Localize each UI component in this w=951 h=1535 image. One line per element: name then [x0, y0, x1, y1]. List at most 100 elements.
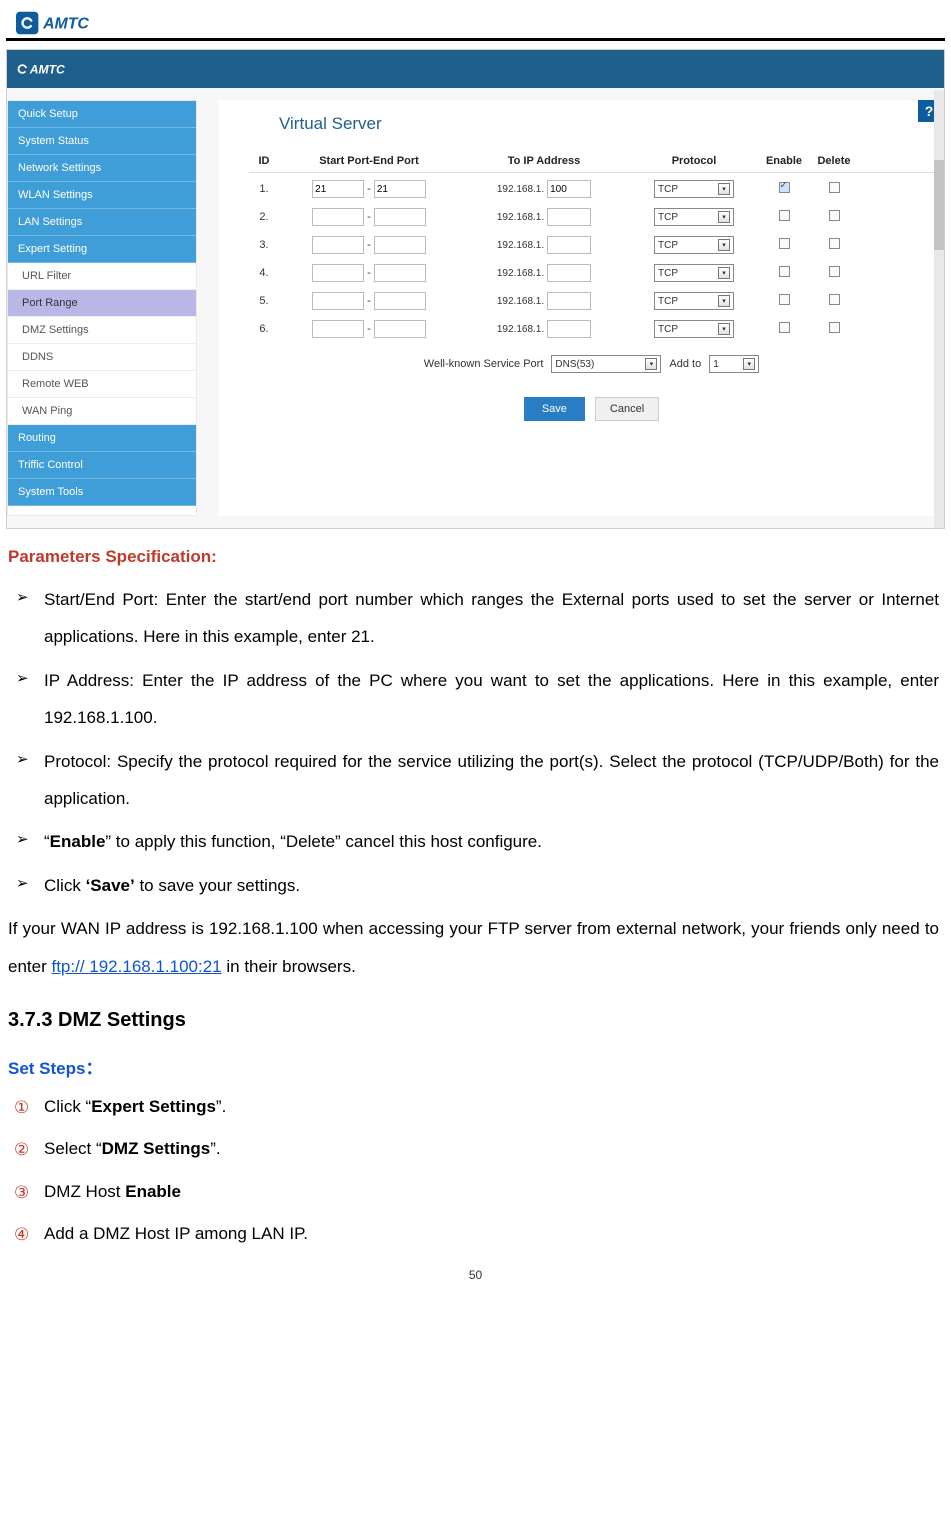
chevron-down-icon: ▾	[718, 323, 730, 335]
sidebar-item[interactable]: System Tools	[8, 479, 196, 506]
protocol-select[interactable]: TCP▾	[654, 180, 734, 198]
spec-bullet: Start/End Port: Enter the start/end port…	[10, 581, 939, 656]
sidebar-subitem[interactable]: WAN Ping	[8, 398, 196, 425]
ip-prefix: 192.168.1.	[497, 212, 544, 223]
delete-checkbox[interactable]	[829, 266, 840, 277]
ip-suffix-input[interactable]	[547, 264, 591, 282]
spec-bullet: Protocol: Specify the protocol required …	[10, 743, 939, 818]
end-port-input[interactable]	[374, 180, 426, 198]
sidebar-item[interactable]: System Status	[8, 128, 196, 155]
row-id: 1.	[249, 183, 279, 195]
end-port-input[interactable]	[374, 292, 426, 310]
ip-prefix: 192.168.1.	[497, 184, 544, 195]
end-port-input[interactable]	[374, 208, 426, 226]
end-port-input[interactable]	[374, 236, 426, 254]
set-steps-heading: Set Steps：	[8, 1054, 945, 1079]
delete-checkbox[interactable]	[829, 238, 840, 249]
ip-suffix-input[interactable]	[547, 180, 591, 198]
sidebar-item[interactable]: Network Settings	[8, 155, 196, 182]
sidebar-item[interactable]: Triffic Control	[8, 452, 196, 479]
wellknown-label: Well-known Service Port	[424, 358, 544, 370]
wellknown-service-select[interactable]: DNS(53) ▾	[551, 355, 661, 373]
enable-checkbox[interactable]	[779, 182, 790, 193]
row-id: 3.	[249, 239, 279, 251]
start-port-input[interactable]	[312, 208, 364, 226]
ftp-url-link[interactable]: ftp:// 192.168.1.100:21	[51, 957, 221, 976]
row-id: 6.	[249, 323, 279, 335]
section-heading-dmz: 3.7.3 DMZ Settings	[8, 1009, 945, 1032]
sidebar-subitem[interactable]: URL Filter	[8, 263, 196, 290]
sidebar-item[interactable]: LAN Settings	[8, 209, 196, 236]
delete-checkbox[interactable]	[829, 210, 840, 221]
end-port-input[interactable]	[374, 264, 426, 282]
ip-prefix: 192.168.1.	[497, 324, 544, 335]
table-row: 3.-192.168.1.TCP▾	[249, 231, 934, 259]
start-port-input[interactable]	[312, 180, 364, 198]
sidebar-item[interactable]: Quick Setup	[8, 101, 196, 128]
ip-prefix: 192.168.1.	[497, 268, 544, 279]
router-screenshot: AMTC Quick SetupSystem StatusNetwork Set…	[6, 49, 945, 529]
protocol-select[interactable]: TCP▾	[654, 292, 734, 310]
addto-label: Add to	[669, 358, 701, 370]
ip-suffix-input[interactable]	[547, 208, 591, 226]
parameters-spec-heading: Parameters Specification:	[8, 547, 945, 567]
delete-checkbox[interactable]	[829, 182, 840, 193]
start-port-input[interactable]	[312, 320, 364, 338]
col-id: ID	[249, 155, 279, 167]
chevron-down-icon: ▾	[718, 183, 730, 195]
sidebar-item[interactable]: Expert Setting	[8, 236, 196, 263]
ip-suffix-input[interactable]	[547, 320, 591, 338]
ip-suffix-input[interactable]	[547, 236, 591, 254]
row-id: 5.	[249, 295, 279, 307]
router-top-bar: AMTC	[7, 50, 944, 88]
protocol-select[interactable]: TCP▾	[654, 320, 734, 338]
sidebar-subitem[interactable]: DDNS	[8, 344, 196, 371]
enable-checkbox[interactable]	[779, 266, 790, 277]
col-protocol: Protocol	[629, 155, 759, 167]
start-port-input[interactable]	[312, 236, 364, 254]
enable-checkbox[interactable]	[779, 210, 790, 221]
spec-bullet: Click ‘Save’ to save your settings.	[10, 867, 939, 904]
ip-prefix: 192.168.1.	[497, 240, 544, 251]
step-number-icon: ②	[14, 1134, 29, 1166]
start-port-input[interactable]	[312, 292, 364, 310]
table-row: 5.-192.168.1.TCP▾	[249, 287, 934, 315]
save-button[interactable]: Save	[524, 397, 585, 421]
end-port-input[interactable]	[374, 320, 426, 338]
scrollbar[interactable]	[934, 90, 944, 528]
scrollbar-thumb[interactable]	[934, 160, 944, 250]
example-paragraph: If your WAN IP address is 192.168.1.100 …	[8, 910, 939, 985]
sidebar-subitem[interactable]: DMZ Settings	[8, 317, 196, 344]
sidebar-item[interactable]: WLAN Settings	[8, 182, 196, 209]
sidebar-subitem[interactable]: Port Range	[8, 290, 196, 317]
doc-header-logo: AMTC	[6, 6, 945, 41]
sidebar-subitem[interactable]: Remote WEB	[8, 371, 196, 398]
addto-id-select[interactable]: 1 ▾	[709, 355, 759, 373]
step-number-icon: ④	[14, 1219, 29, 1251]
enable-checkbox[interactable]	[779, 238, 790, 249]
chevron-down-icon: ▾	[743, 358, 755, 370]
col-ip: To IP Address	[459, 155, 629, 167]
step-item: ②Select “DMZ Settings”.	[10, 1133, 939, 1165]
protocol-select[interactable]: TCP▾	[654, 208, 734, 226]
table-row: 4.-192.168.1.TCP▾	[249, 259, 934, 287]
step-item: ③DMZ Host Enable	[10, 1176, 939, 1208]
protocol-select[interactable]: TCP▾	[654, 236, 734, 254]
sidebar-item[interactable]: Routing	[8, 425, 196, 452]
ip-prefix: 192.168.1.	[497, 296, 544, 307]
protocol-select[interactable]: TCP▾	[654, 264, 734, 282]
chevron-down-icon: ▾	[718, 239, 730, 251]
ip-suffix-input[interactable]	[547, 292, 591, 310]
enable-checkbox[interactable]	[779, 294, 790, 305]
amtc-logo-icon: AMTC	[16, 10, 156, 36]
chevron-down-icon: ▾	[645, 358, 657, 370]
enable-checkbox[interactable]	[779, 322, 790, 333]
col-enable: Enable	[759, 155, 809, 167]
chevron-down-icon: ▾	[718, 211, 730, 223]
delete-checkbox[interactable]	[829, 322, 840, 333]
start-port-input[interactable]	[312, 264, 364, 282]
delete-checkbox[interactable]	[829, 294, 840, 305]
amtc-logo-icon: AMTC	[15, 58, 145, 80]
cancel-button[interactable]: Cancel	[595, 397, 659, 421]
router-sidebar: Quick SetupSystem StatusNetwork Settings…	[7, 100, 197, 516]
